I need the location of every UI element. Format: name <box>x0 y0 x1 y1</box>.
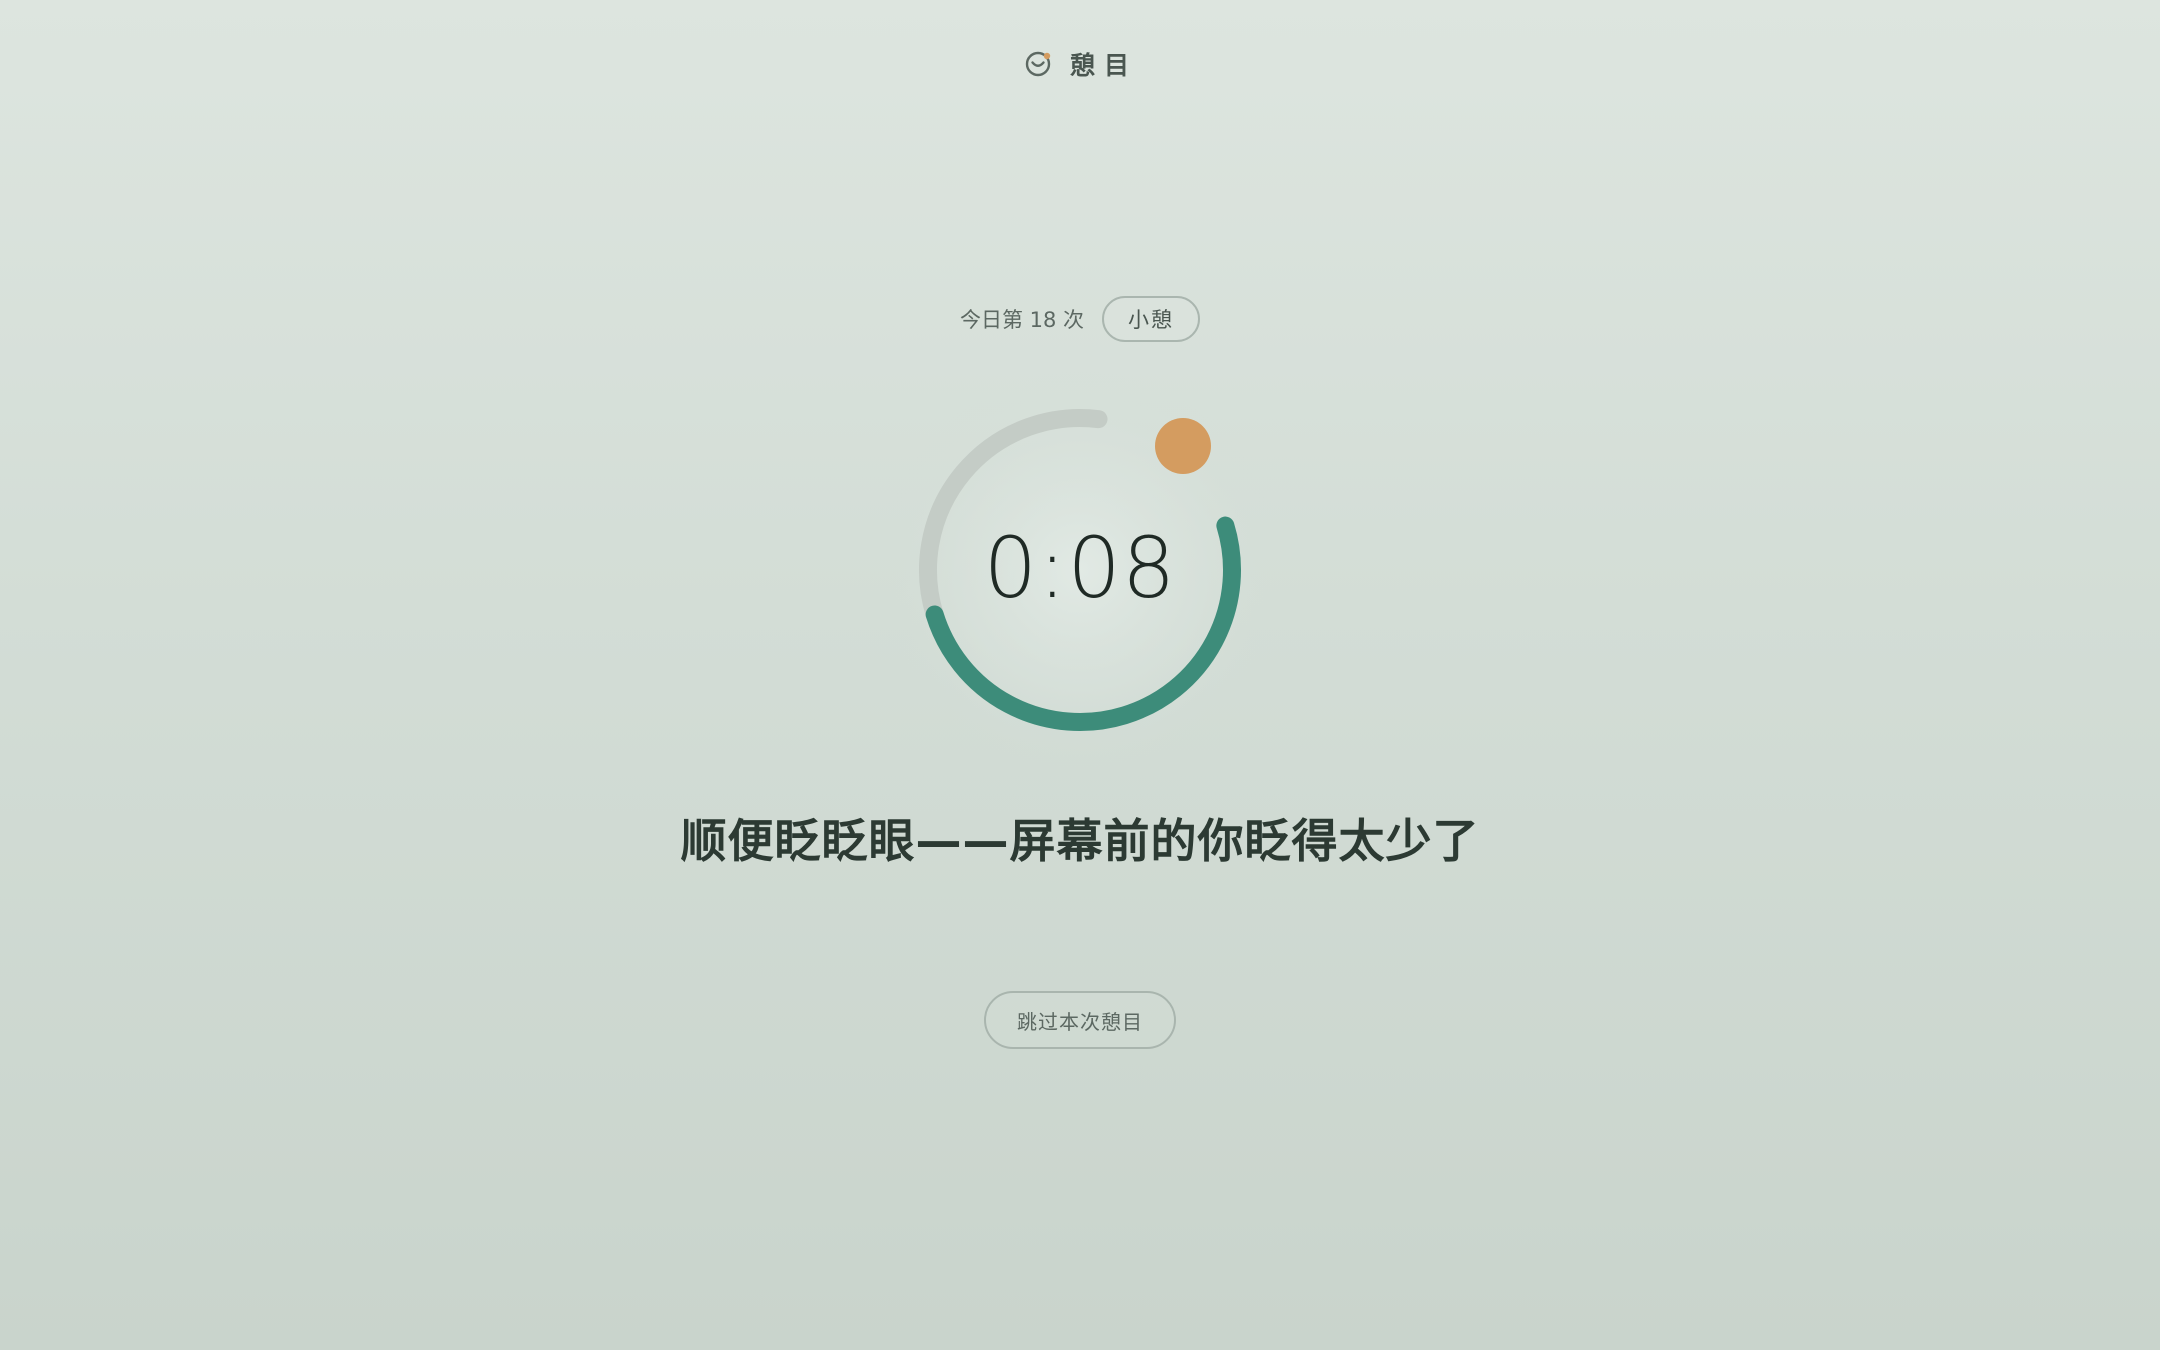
countdown-ring: 0:08 <box>880 370 1280 770</box>
smile-logo-icon <box>1025 51 1051 77</box>
sun-indicator <box>1155 418 1211 474</box>
app-header: 憩目 <box>0 44 2160 84</box>
break-message: 顺便眨眨眼——屏幕前的你眨得太少了 <box>680 814 1480 868</box>
session-info: 今日第 18 次 小憩 <box>0 294 2160 344</box>
app-title: 憩目 <box>1069 51 1138 80</box>
break-mode-badge: 小憩 <box>1102 296 1201 342</box>
skip-break-button[interactable]: 跳过本次憩目 <box>984 991 1176 1049</box>
countdown-time: 0:08 <box>983 519 1177 617</box>
break-count-label: 今日第 18 次 <box>959 308 1085 332</box>
